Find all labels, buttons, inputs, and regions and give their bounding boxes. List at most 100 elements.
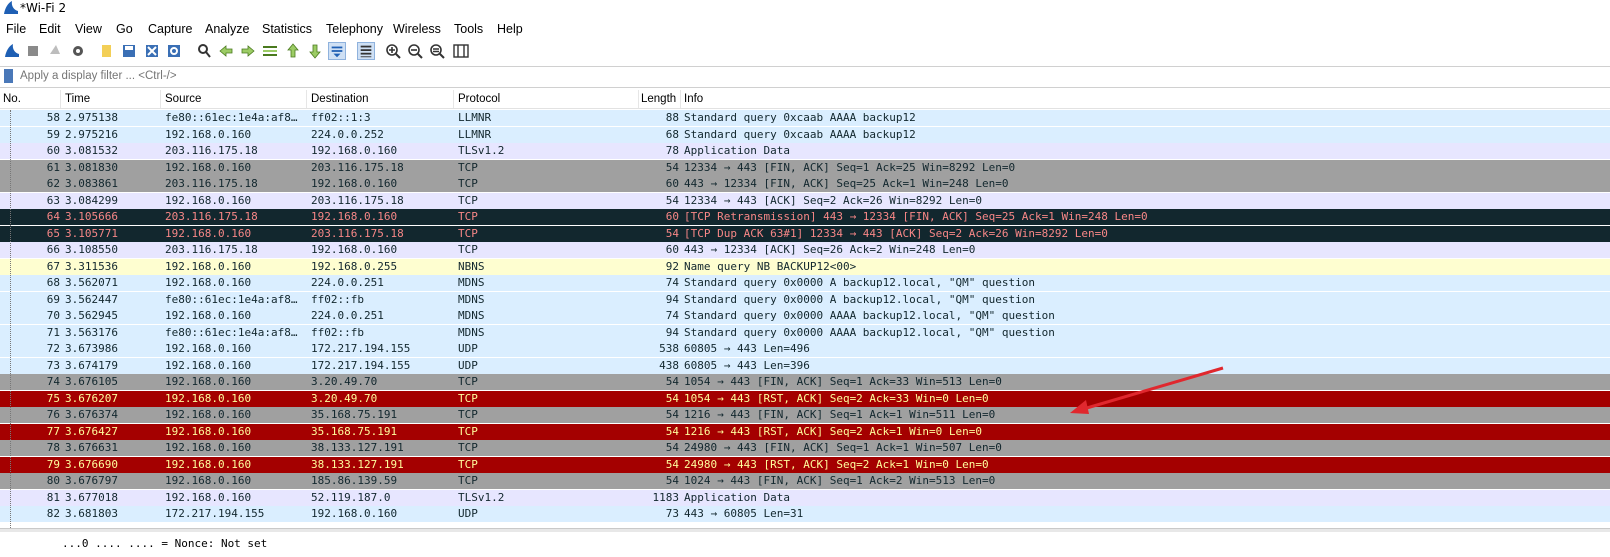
search-icon[interactable] (195, 42, 213, 60)
display-filter-input[interactable] (16, 68, 1610, 84)
packet-source: 192.168.0.160 (165, 127, 252, 141)
gear-icon[interactable] (69, 42, 87, 60)
column-header-length[interactable]: Length (641, 92, 676, 106)
menu-go[interactable]: Go (116, 21, 133, 37)
packet-length: 94 (665, 325, 679, 339)
go-to-packet-icon[interactable] (261, 42, 279, 60)
column-header-no[interactable]: No. (3, 92, 21, 106)
colorize-icon[interactable] (357, 42, 375, 60)
packet-number: 78 (46, 441, 60, 454)
packet-number: 74 (46, 375, 60, 388)
packet-row[interactable]: 80 3.676797 192.168.0.160 185.86.139.59 TCP 5… (0, 473, 1610, 489)
packet-row[interactable]: 73 3.674179 192.168.0.160 172.217.194.155 UD… (0, 357, 1610, 374)
packet-source: 172.217.194.155 (165, 507, 265, 520)
bookmark-icon[interactable] (4, 69, 13, 83)
packet-destination: 52.119.187.0 (311, 490, 391, 504)
autoscroll-icon[interactable] (328, 42, 346, 60)
packet-row[interactable]: 70 3.562945 192.168.0.160 224.0.0.251 MDNS 74… (0, 308, 1610, 324)
packet-number: 80 (46, 474, 60, 487)
packet-time: 3.105771 (65, 226, 118, 240)
packet-destination: 185.86.139.59 (311, 474, 398, 487)
packet-source: 192.168.0.160 (165, 226, 252, 240)
menu-tools[interactable]: Tools (454, 21, 483, 37)
menu-wireless[interactable]: Wireless (393, 21, 441, 37)
packet-time: 3.681803 (65, 507, 118, 520)
packet-row[interactable]: 77 3.676427 192.168.0.160 35.168.75.191 TCP 5… (0, 423, 1610, 440)
resize-columns-icon[interactable] (452, 42, 470, 60)
packet-row[interactable]: 61 3.081830 192.168.0.160 203.116.175.18 TCP… (0, 159, 1610, 176)
packet-protocol: LLMNR (458, 127, 492, 141)
pane-splitter[interactable] (0, 528, 1610, 532)
packet-row[interactable]: 64 3.105666 203.116.175.18 192.168.0.160 TCP… (0, 209, 1610, 225)
packet-protocol: UDP (458, 507, 478, 520)
packet-number: 67 (46, 259, 60, 273)
reload-icon[interactable] (165, 42, 183, 60)
packet-row[interactable]: 72 3.673986 192.168.0.160 172.217.194.155 UD… (0, 341, 1610, 357)
packet-info: [TCP Retransmission] 443 → 12334 [FIN, A… (684, 210, 1148, 223)
packet-row[interactable]: 74 3.676105 192.168.0.160 3.20.49.70 TCP 54 10… (0, 374, 1610, 390)
menu-telephony[interactable]: Telephony (326, 21, 383, 37)
menu-help[interactable]: Help (497, 21, 523, 37)
last-packet-icon[interactable] (306, 42, 324, 60)
close-file-icon[interactable] (143, 42, 161, 60)
packet-length: 74 (665, 276, 679, 289)
packet-info: 24980 → 443 [FIN, ACK] Seq=1 Ack=1 Win=5… (684, 441, 1002, 454)
packet-row[interactable]: 68 3.562071 192.168.0.160 224.0.0.251 MDNS 74… (0, 275, 1610, 291)
packet-info: Application Data (684, 490, 790, 504)
packet-number: 82 (46, 507, 60, 520)
zoom-out-icon[interactable] (406, 42, 424, 60)
stop-icon[interactable] (24, 42, 42, 60)
menu-analyze[interactable]: Analyze (205, 21, 249, 37)
column-header-protocol[interactable]: Protocol (458, 92, 500, 106)
packet-row[interactable]: 60 3.081532 203.116.175.18 192.168.0.160 TLS… (0, 143, 1610, 159)
packet-row[interactable]: 82 3.681803 172.217.194.155 192.168.0.160 UD… (0, 506, 1610, 522)
shark-fin-start-icon[interactable] (3, 42, 21, 60)
packet-row[interactable]: 69 3.562447 fe80::61ec:1e4a:af8… ff02::fb MD… (0, 291, 1610, 308)
packet-row[interactable]: 65 3.105771 192.168.0.160 203.116.175.18 TCP… (0, 225, 1610, 242)
menu-file[interactable]: File (6, 21, 26, 37)
open-file-icon[interactable] (98, 42, 116, 60)
packet-protocol: TCP (458, 160, 478, 174)
packet-row[interactable]: 75 3.676207 192.168.0.160 3.20.49.70 TCP 54 10… (0, 390, 1610, 407)
packet-info: Standard query 0x0000 A backup12.local, … (684, 292, 1035, 306)
packet-detail-line: ...0 .... .... = Nonce: Not set (62, 537, 268, 550)
packet-number: 72 (46, 342, 60, 355)
column-header-source[interactable]: Source (165, 92, 201, 106)
column-header-info[interactable]: Info (684, 92, 703, 106)
packet-source: 203.116.175.18 (165, 210, 258, 223)
packet-number: 63 (46, 193, 60, 207)
packet-row[interactable]: 76 3.676374 192.168.0.160 35.168.75.191 TCP 5… (0, 407, 1610, 423)
packet-time: 3.081532 (65, 144, 118, 157)
packet-row[interactable]: 62 3.083861 203.116.175.18 192.168.0.160 TCP… (0, 176, 1610, 192)
packet-row[interactable]: 63 3.084299 192.168.0.160 203.116.175.18 TCP… (0, 192, 1610, 209)
packet-row[interactable]: 81 3.677018 192.168.0.160 52.119.187.0 TLSv1… (0, 489, 1610, 506)
packet-number: 58 (46, 111, 60, 124)
packet-row[interactable]: 58 2.975138 fe80::61ec:1e4a:af8… ff02::1:3 L… (0, 110, 1610, 126)
arrow-right-icon[interactable] (239, 42, 257, 60)
packet-protocol: LLMNR (458, 111, 492, 124)
zoom-reset-icon[interactable] (428, 42, 446, 60)
packet-info: 443 → 60805 Len=31 (684, 507, 804, 520)
zoom-in-icon[interactable] (384, 42, 402, 60)
first-packet-icon[interactable] (284, 42, 302, 60)
packet-row[interactable]: 59 2.975216 192.168.0.160 224.0.0.252 LLMNR 6… (0, 126, 1610, 143)
menu-view[interactable]: View (75, 21, 102, 37)
menu-capture[interactable]: Capture (148, 21, 192, 37)
menu-statistics[interactable]: Statistics (262, 21, 312, 37)
packet-row[interactable]: 67 3.311536 192.168.0.160 192.168.0.255 NBNS… (0, 258, 1610, 275)
arrow-left-icon[interactable] (217, 42, 235, 60)
restart-icon[interactable] (46, 42, 64, 60)
column-header-time[interactable]: Time (65, 92, 90, 106)
packet-info: Standard query 0x0000 AAAA backup12.loca… (684, 325, 1055, 339)
packet-row[interactable]: 71 3.563176 fe80::61ec:1e4a:af8… ff02::fb MD… (0, 324, 1610, 341)
menu-edit[interactable]: Edit (39, 21, 61, 37)
save-file-icon[interactable] (120, 42, 138, 60)
packet-protocol: TCP (458, 210, 478, 223)
packet-row[interactable]: 66 3.108550 203.116.175.18 192.168.0.160 TCP… (0, 242, 1610, 258)
packet-source: 203.116.175.18 (165, 177, 258, 190)
packet-row[interactable]: 78 3.676631 192.168.0.160 38.133.127.191 TCP… (0, 440, 1610, 456)
packet-source: 203.116.175.18 (165, 243, 258, 256)
column-header-destination[interactable]: Destination (311, 92, 369, 106)
packet-info: 12334 → 443 [ACK] Seq=2 Ack=26 Win=8292 … (684, 193, 983, 207)
packet-row[interactable]: 79 3.676690 192.168.0.160 38.133.127.191 TCP… (0, 456, 1610, 473)
